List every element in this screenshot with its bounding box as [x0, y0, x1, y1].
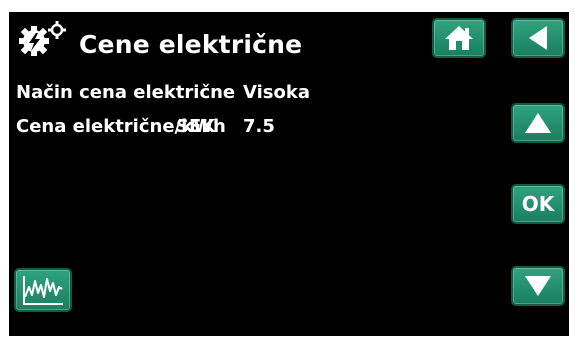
up-arrow-icon: [525, 113, 551, 133]
graph-icon: [23, 276, 63, 305]
down-arrow-icon: [525, 276, 551, 296]
ok-button[interactable]: OK: [511, 184, 565, 224]
down-button[interactable]: [511, 266, 565, 306]
setting-label-price-mode: Način cena električne: [16, 82, 236, 103]
home-icon: [445, 26, 473, 50]
page-title: Cene električne: [79, 30, 303, 59]
setting-value-price-per-kwh[interactable]: 7.5: [243, 116, 275, 137]
up-button[interactable]: [511, 103, 565, 143]
back-arrow-icon: [529, 26, 547, 50]
display-screen: Cene električne Način cena električne Vi…: [9, 12, 569, 336]
back-button[interactable]: [511, 18, 565, 58]
setting-value-price-mode[interactable]: Visoka: [243, 82, 310, 103]
home-button[interactable]: [432, 18, 486, 58]
electricity-price-settings-icon: [17, 21, 69, 57]
graph-button[interactable]: [14, 268, 72, 312]
currency-overlay-text: SEK: [176, 116, 216, 137]
ok-label: OK: [521, 192, 555, 216]
